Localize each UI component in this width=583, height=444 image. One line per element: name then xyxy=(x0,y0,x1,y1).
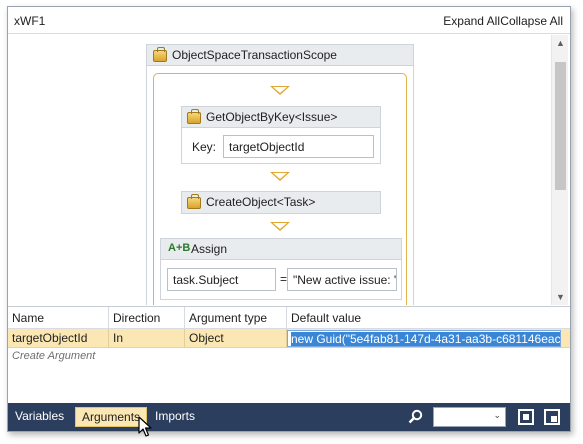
scroll-up-icon[interactable]: ▲ xyxy=(552,35,569,51)
tab-variables[interactable]: Variables xyxy=(9,407,70,427)
assign-to-input[interactable]: task.Subject xyxy=(167,268,276,291)
assign-icon: A+B xyxy=(168,242,191,254)
overview-icon[interactable] xyxy=(544,409,560,425)
get-object-by-key-header[interactable]: GetObjectByKey<Issue> xyxy=(182,107,380,128)
activity-icon xyxy=(153,47,167,62)
drop-arrow[interactable] xyxy=(270,222,290,231)
arguments-grid: Name Direction Argument type Default val… xyxy=(8,306,570,403)
table-row[interactable]: targetObjectId In Object new Guid("5e4fa… xyxy=(8,329,570,348)
designer-bottom-bar: Variables Arguments Imports ⌄ xyxy=(8,403,570,431)
column-header-argument-type[interactable]: Argument type xyxy=(185,307,287,329)
default-value-text: new Guid("5e4fab81-147d-4a31-aa3b-c68114… xyxy=(291,332,560,346)
designer-header: xWF1 Expand All Collapse All xyxy=(8,7,570,34)
designer-canvas[interactable]: ObjectSpaceTransactionScope GetObjectByK… xyxy=(8,35,570,305)
get-object-by-key-title: GetObjectByKey<Issue> xyxy=(206,110,338,124)
column-header-name[interactable]: Name xyxy=(8,307,109,329)
chevron-down-icon[interactable]: ⌄ xyxy=(493,410,501,421)
scrollbar-thumb[interactable] xyxy=(555,62,566,190)
canvas-vertical-scrollbar[interactable]: ▲ ▼ xyxy=(551,35,568,305)
create-object-title: CreateObject<Task> xyxy=(206,195,316,209)
sequence-container[interactable]: GetObjectByKey<Issue> Key: targetObjectI… xyxy=(153,73,407,305)
argument-type-cell[interactable]: Object xyxy=(185,329,287,348)
assign-title: Assign xyxy=(191,242,228,256)
equals-sign: = xyxy=(280,272,288,286)
column-header-default-value[interactable]: Default value xyxy=(287,307,570,329)
scroll-down-icon[interactable]: ▼ xyxy=(552,289,569,305)
transaction-scope-activity[interactable]: ObjectSpaceTransactionScope GetObjectByK… xyxy=(146,44,414,305)
drop-arrow[interactable] xyxy=(270,172,290,181)
breadcrumb-title[interactable]: xWF1 xyxy=(14,14,45,28)
fit-to-screen-icon[interactable] xyxy=(518,409,534,425)
zoom-dropdown[interactable]: ⌄ xyxy=(433,407,506,427)
create-object-header[interactable]: CreateObject<Task> xyxy=(182,192,380,213)
argument-name-cell[interactable]: targetObjectId xyxy=(8,329,109,348)
argument-direction-cell[interactable]: In xyxy=(109,329,185,348)
assign-header[interactable]: A+B Assign xyxy=(161,239,401,260)
expand-all-link[interactable]: Expand All xyxy=(443,14,500,28)
create-object-activity[interactable]: CreateObject<Task> xyxy=(181,191,381,214)
tab-arguments[interactable]: Arguments xyxy=(75,407,148,427)
drop-arrow[interactable] xyxy=(270,86,290,95)
magnifier-icon[interactable] xyxy=(408,409,424,425)
create-argument-row[interactable]: Create Argument xyxy=(12,350,95,362)
collapse-all-link[interactable]: Collapse All xyxy=(500,14,563,28)
default-value-input[interactable]: new Guid("5e4fab81-147d-4a31-aa3b-c68114… xyxy=(287,330,561,347)
assign-value-input[interactable]: "New active issue: " xyxy=(287,268,397,291)
column-header-direction[interactable]: Direction xyxy=(109,307,185,329)
assign-activity[interactable]: A+B Assign task.Subject = "New active is… xyxy=(160,238,402,300)
grid-header-row: Name Direction Argument type Default val… xyxy=(8,307,570,329)
get-object-by-key-activity[interactable]: GetObjectByKey<Issue> Key: targetObjectI… xyxy=(181,106,381,164)
activity-icon xyxy=(187,109,201,124)
transaction-scope-header[interactable]: ObjectSpaceTransactionScope xyxy=(147,45,413,66)
transaction-scope-title: ObjectSpaceTransactionScope xyxy=(172,48,337,62)
activity-icon xyxy=(187,194,201,209)
workflow-designer-window: xWF1 Expand All Collapse All ObjectSpace… xyxy=(7,6,571,432)
tab-imports[interactable]: Imports xyxy=(149,407,201,427)
key-input[interactable]: targetObjectId xyxy=(223,135,374,158)
key-label: Key: xyxy=(192,140,217,154)
